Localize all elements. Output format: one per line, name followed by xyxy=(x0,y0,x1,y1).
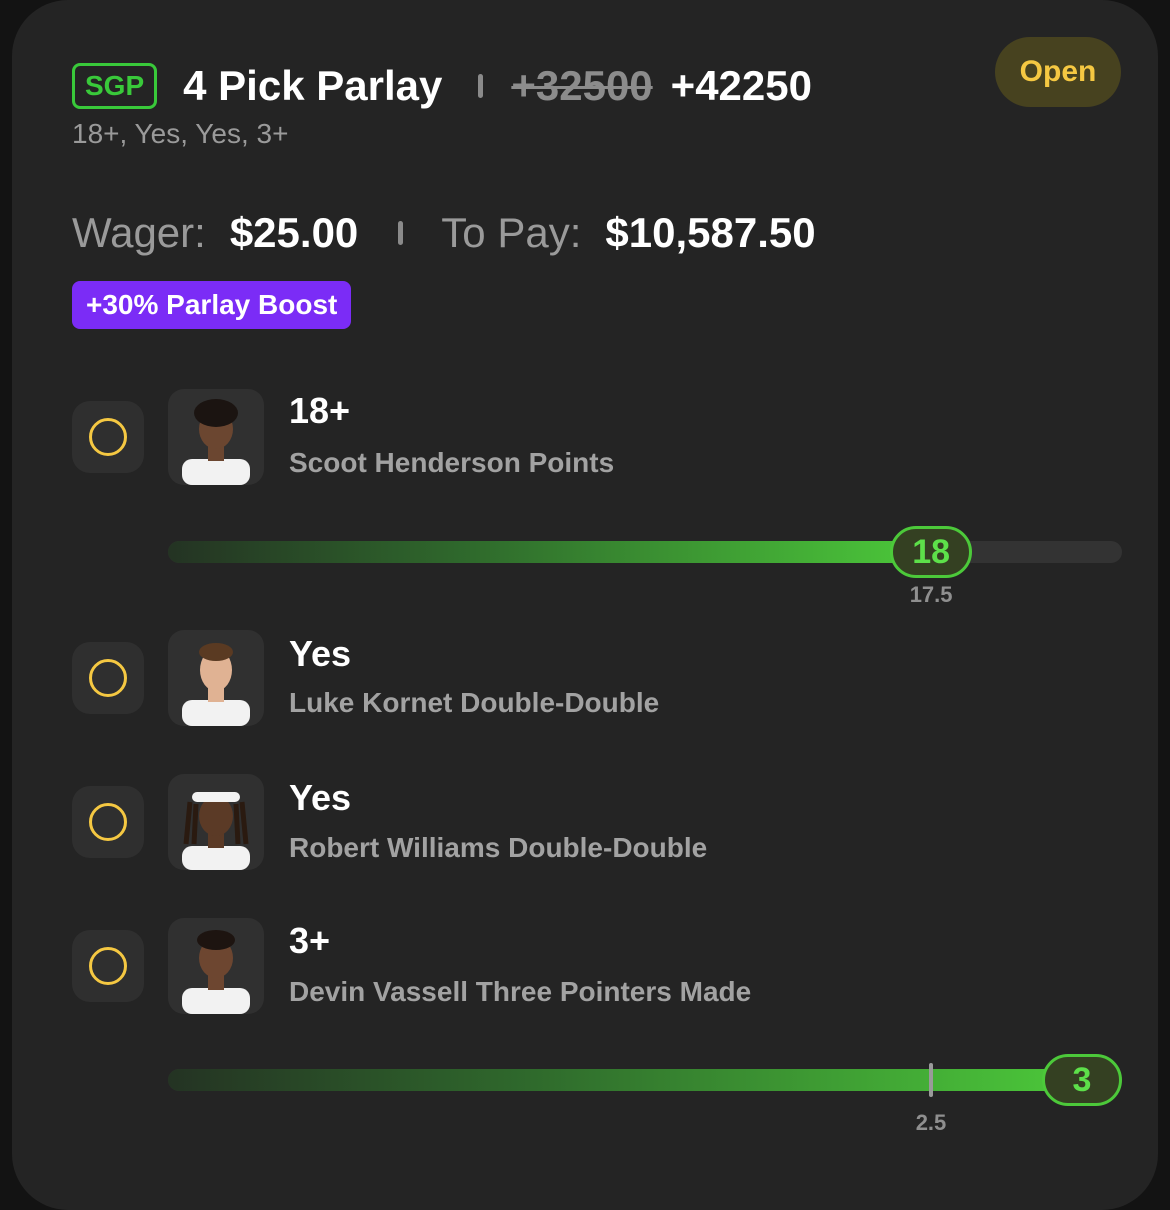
wager-amount: $25.00 xyxy=(229,209,359,256)
parlay-boost-badge: +30% Parlay Boost xyxy=(72,281,352,329)
pending-circle-icon xyxy=(89,418,127,456)
pending-circle-icon xyxy=(89,659,127,697)
player-headshot-icon xyxy=(168,389,264,485)
parlay-card[interactable]: SGP 4 Pick Parlay +32500 +42250 Open 18+… xyxy=(12,0,1158,1210)
current-stat-bubble: 18 xyxy=(890,526,973,578)
parlay-header: SGP 4 Pick Parlay +32500 +42250 xyxy=(72,58,812,114)
original-odds: +32500 xyxy=(511,62,653,109)
progress-fill xyxy=(168,1069,1084,1091)
player-headshot-icon xyxy=(168,630,264,726)
leg-status-indicator xyxy=(72,642,144,714)
leg-market: Luke Kornet Double-Double xyxy=(289,687,660,718)
leg-status-indicator xyxy=(72,930,144,1002)
pending-circle-icon xyxy=(89,947,127,985)
payout-amount: $10,587.50 xyxy=(605,209,816,256)
leg-status-indicator xyxy=(72,401,144,473)
wager-label: Wager: xyxy=(72,209,206,256)
leg-selection: Yes xyxy=(289,633,352,674)
progress-fill xyxy=(168,541,932,563)
header-divider xyxy=(478,74,484,98)
leg-selection: 3+ xyxy=(289,920,331,961)
line-marker xyxy=(929,1063,934,1097)
wager-row: Wager: $25.00 To Pay: $10,587.50 xyxy=(72,205,816,261)
leg-market: Scoot Henderson Points xyxy=(289,447,615,478)
wager-divider xyxy=(398,221,404,245)
leg-selection: 18+ xyxy=(289,390,351,431)
pending-circle-icon xyxy=(89,803,127,841)
line-value-label: 17.5 xyxy=(909,582,953,607)
boosted-odds: +42250 xyxy=(670,62,812,109)
status-badge: Open xyxy=(995,37,1121,107)
leg-market: Robert Williams Double-Double xyxy=(289,832,708,863)
line-value-label: 2.5 xyxy=(915,1110,947,1135)
parlay-title: 4 Pick Parlay xyxy=(183,62,443,109)
leg-selection: Yes xyxy=(289,777,352,818)
payout-label: To Pay: xyxy=(441,209,582,256)
leg-market: Devin Vassell Three Pointers Made xyxy=(289,976,752,1007)
stat-progress-bar: 18 xyxy=(168,526,1122,578)
player-headshot-icon xyxy=(168,918,264,1014)
current-stat-bubble: 3 xyxy=(1042,1054,1122,1106)
sgp-badge: SGP xyxy=(72,63,158,109)
player-headshot-icon xyxy=(168,774,264,870)
stat-progress-bar: 3 xyxy=(168,1054,1122,1106)
leg-status-indicator xyxy=(72,786,144,858)
selections-summary: 18+, Yes, Yes, 3+ xyxy=(72,118,289,149)
